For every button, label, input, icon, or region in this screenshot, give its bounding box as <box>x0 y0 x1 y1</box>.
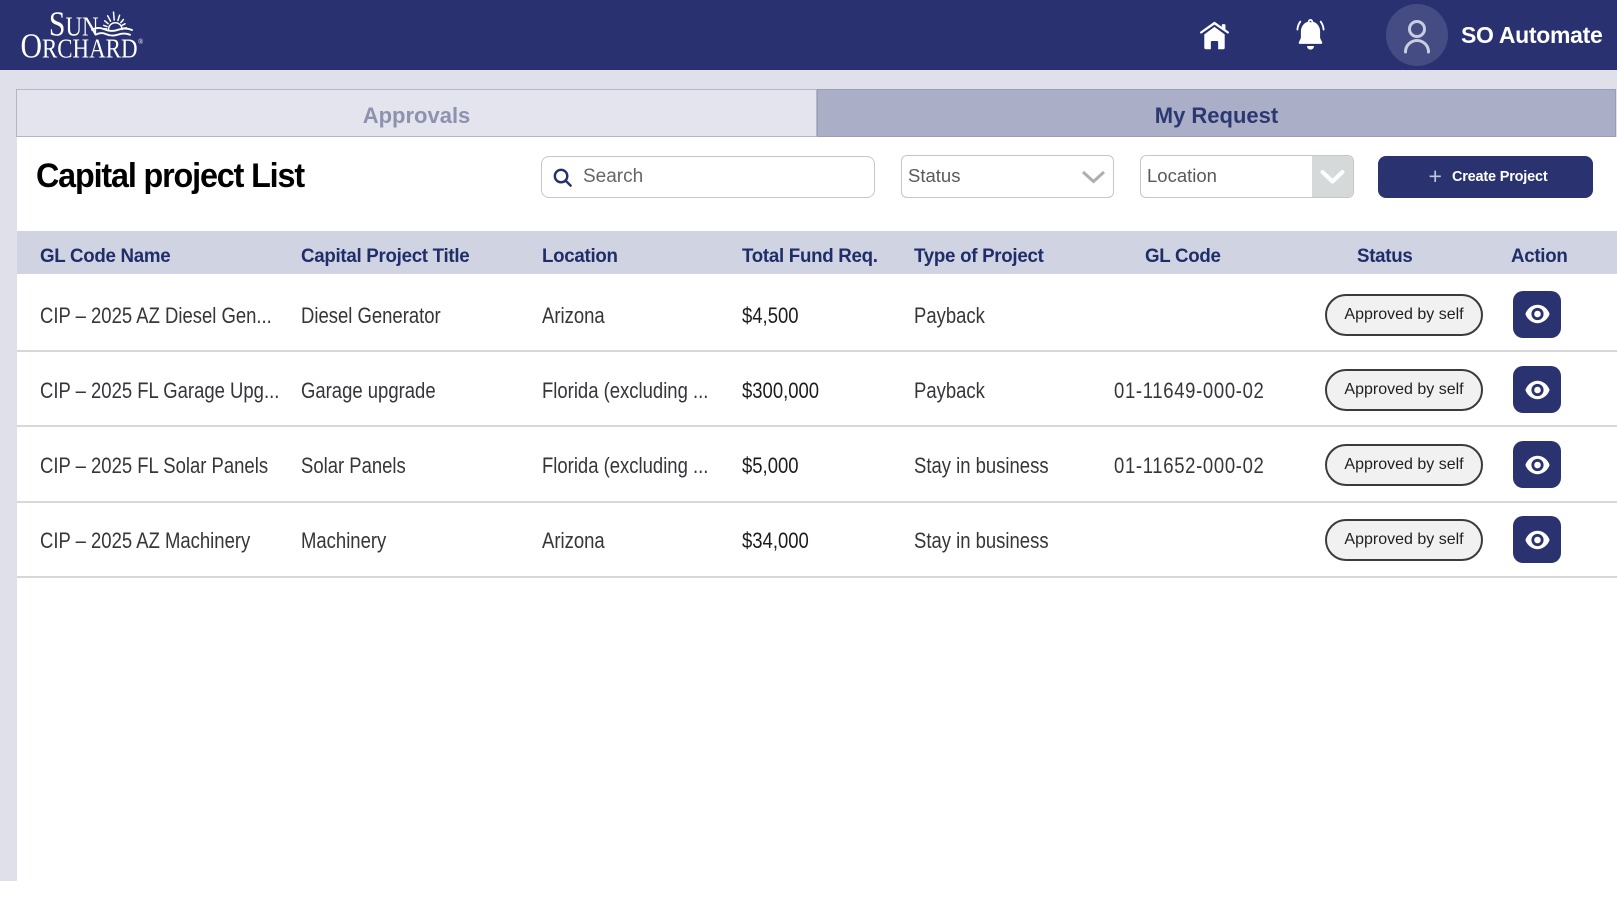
svg-text:®: ® <box>138 38 144 46</box>
